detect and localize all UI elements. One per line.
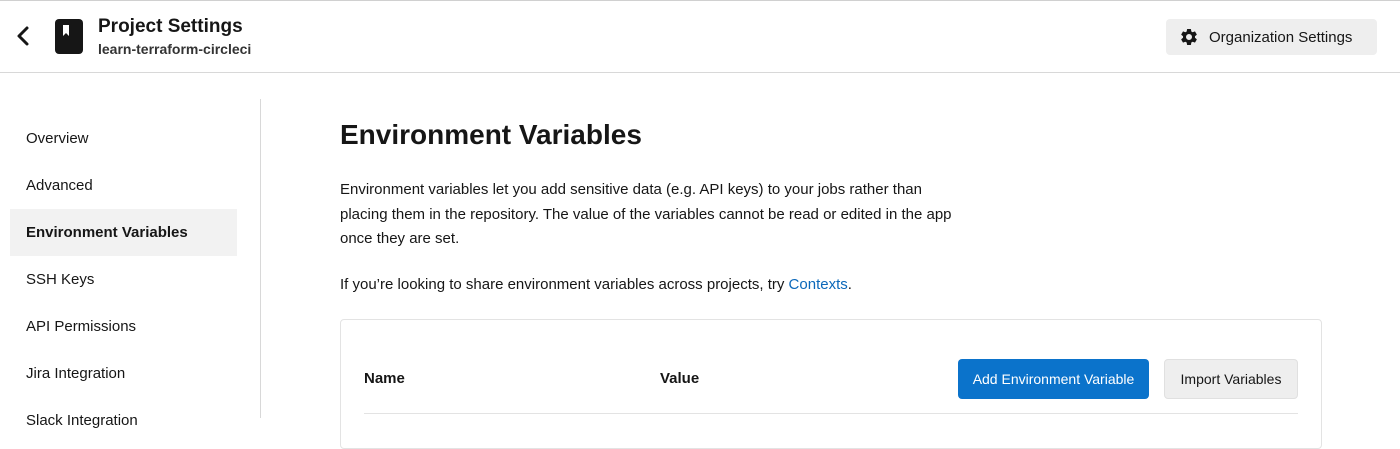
- env-variables-table: Name Value Add Environment Variable Impo…: [340, 319, 1322, 449]
- import-variables-button[interactable]: Import Variables: [1164, 359, 1298, 399]
- table-divider: [364, 413, 1298, 414]
- share-hint: If you’re looking to share environment v…: [340, 273, 1320, 297]
- sidebar-item-api-permissions[interactable]: API Permissions: [10, 303, 237, 350]
- page-title: Project Settings: [98, 16, 243, 37]
- column-header-value: Value: [660, 370, 700, 387]
- contexts-link[interactable]: Contexts: [789, 276, 848, 293]
- back-button[interactable]: [10, 23, 36, 53]
- description-text: Environment variables let you add sensit…: [340, 181, 952, 247]
- organization-settings-button[interactable]: Organization Settings: [1166, 19, 1377, 55]
- chevron-left-icon: [15, 25, 31, 52]
- project-name: learn-terraform-circleci: [98, 41, 252, 57]
- top-bar: Project Settings learn-terraform-circlec…: [0, 0, 1400, 73]
- sidebar-item-jira-integration[interactable]: Jira Integration: [10, 350, 237, 397]
- organization-settings-label: Organization Settings: [1209, 28, 1353, 46]
- share-hint-text: If you’re looking to share environment v…: [340, 275, 789, 293]
- sidebar-item-environment-variables[interactable]: Environment Variables: [10, 209, 237, 256]
- sidebar-item-overview[interactable]: Overview: [10, 115, 237, 162]
- sidebar-item-advanced[interactable]: Advanced: [10, 162, 237, 209]
- sidebar-item-ssh-keys[interactable]: SSH Keys: [10, 256, 237, 303]
- sidebar: Overview Advanced Environment Variables …: [10, 115, 237, 444]
- main-content: Environment Variables Environment variab…: [340, 117, 1320, 297]
- sidebar-item-slack-integration[interactable]: Slack Integration: [10, 397, 237, 444]
- section-title: Environment Variables: [340, 119, 642, 150]
- gear-icon: [1179, 27, 1199, 47]
- column-header-name: Name: [364, 370, 405, 387]
- header-title-block: Project Settings learn-terraform-circlec…: [98, 16, 251, 59]
- share-hint-suffix: .: [847, 275, 852, 293]
- add-environment-variable-button[interactable]: Add Environment Variable: [958, 359, 1149, 399]
- sidebar-divider: [260, 99, 261, 418]
- book-bookmark-icon: [55, 19, 83, 54]
